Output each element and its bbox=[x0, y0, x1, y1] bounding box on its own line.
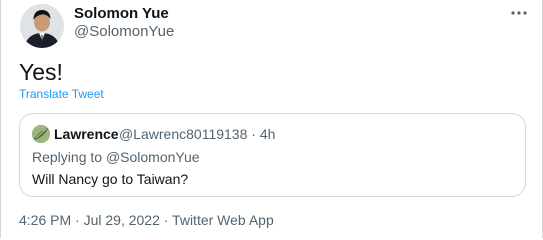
more-options-button[interactable] bbox=[509, 6, 529, 20]
tweet-text: Yes! bbox=[19, 59, 63, 85]
replying-to-handle-link[interactable]: @SolomonYue bbox=[106, 149, 200, 165]
translate-tweet-link[interactable]: Translate Tweet bbox=[19, 87, 104, 101]
quoted-tweet[interactable]: Lawrence @Lawrenc80119138 · 4h Replying … bbox=[19, 113, 526, 197]
more-horizontal-icon bbox=[511, 11, 527, 15]
replying-to-prefix: Replying to bbox=[32, 149, 106, 165]
author-avatar[interactable] bbox=[20, 4, 64, 48]
tweet-card: Solomon Yue @SolomonYue Yes! Translate T… bbox=[0, 0, 543, 238]
quoted-author-handle-time[interactable]: @Lawrenc80119138 · 4h bbox=[119, 125, 275, 143]
tweet-timestamp[interactable]: 4:26 PM · Jul 29, 2022 · Twitter Web App bbox=[19, 211, 274, 229]
author-handle[interactable]: @SolomonYue bbox=[74, 23, 174, 41]
quoted-tweet-text: Will Nancy go to Taiwan? bbox=[32, 171, 189, 187]
quoted-author-avatar[interactable] bbox=[32, 125, 50, 143]
author-name[interactable]: Solomon Yue bbox=[74, 5, 169, 23]
quoted-author-name[interactable]: Lawrence bbox=[54, 125, 119, 143]
quoted-replying-to: Replying to @SolomonYue bbox=[32, 148, 200, 166]
